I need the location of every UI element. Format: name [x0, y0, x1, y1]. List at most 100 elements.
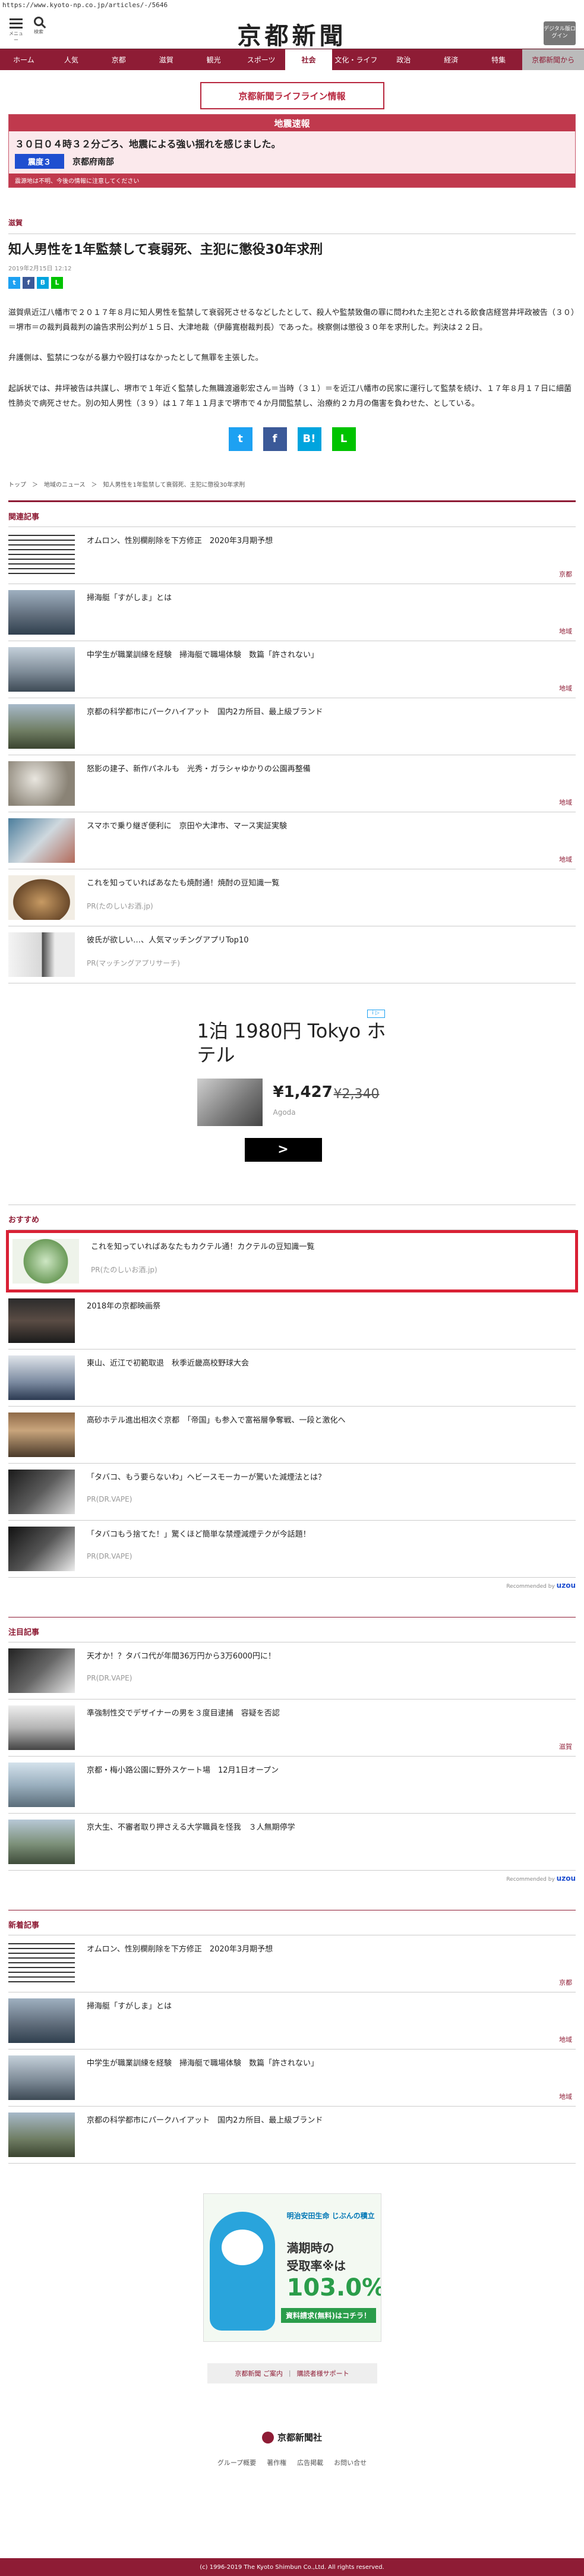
ad-photo	[197, 1078, 263, 1126]
earthquake-alert-body: ３０日０４時３２分ごろ、地震による強い揺れを感じました。 震度３ 京都府南部	[9, 131, 575, 174]
line-share-icon[interactable]: L	[332, 427, 356, 451]
recommend-item-title: 2018年の京都映画祭	[87, 1301, 161, 1311]
lifeline-info-button[interactable]: 京都新聞ライフライン情報	[200, 82, 384, 109]
breadcrumb: トップ ＞ 地域のニュース ＞ 知人男性を1年監禁して衰弱死、主犯に懲役30年求刑	[8, 480, 576, 488]
hatena-share-icon[interactable]: B	[37, 276, 49, 289]
related-item-tag: 地域	[559, 798, 572, 806]
recommend-item[interactable]: 2018年の京都映画祭	[8, 1292, 576, 1350]
recommend-item-source: PR(DR.VAPE)	[87, 1495, 132, 1504]
facebook-share-icon[interactable]: f	[23, 276, 34, 289]
footer-ads-link[interactable]: 広告掲載	[297, 2458, 323, 2467]
latest-item[interactable]: 掃海艇「すがしま」とは 地域	[8, 1992, 576, 2050]
footer-sub-links: グループ概要 著作権 広告掲載 お問い合せ	[0, 2458, 584, 2467]
recommend-item[interactable]: 東山、近江で初範取退 秋季近畿高校野球大会	[8, 1350, 576, 1407]
related-item-tag: 地域	[559, 684, 572, 692]
article-category[interactable]: 滋賀	[8, 217, 576, 234]
related-item[interactable]: 怒影の建子、新作パネルも 光秀・ガラシャゆかりの公園再整備 地域	[8, 755, 576, 812]
latest-item-tag: 地域	[559, 2035, 572, 2044]
nav-item-features[interactable]: 特集	[475, 49, 522, 70]
earthquake-alert[interactable]: 地震速報 ３０日０４時３２分ごろ、地震による強い揺れを感じました。 震度３ 京都…	[8, 114, 576, 188]
recommend-item-title: 東山、近江で初範取退 秋季近畿高校野球大会	[87, 1358, 250, 1368]
related-item[interactable]: スマホで乗り継ぎ便利に 京田や大津市、マース実証実験 地域	[8, 812, 576, 869]
attention-item-tag: 滋賀	[559, 1742, 572, 1751]
twitter-share-icon[interactable]: t	[8, 276, 20, 289]
attention-item[interactable]: 天才か！？タバコ代が年間36万円から3万6000円に！ PR(DR.VAPE)	[8, 1642, 576, 1700]
digital-login-button[interactable]: デジタル版ログイン	[544, 21, 576, 45]
ad-arrow-button[interactable]: >	[244, 1137, 322, 1162]
related-thumbnail	[8, 761, 75, 806]
banner-cta[interactable]: 資料請求(無料)はコチラ！	[280, 2307, 376, 2323]
twitter-share-icon[interactable]: t	[228, 427, 252, 451]
nav-item-shiga[interactable]: 滋賀	[143, 49, 190, 70]
site-logo[interactable]: 京都新聞	[0, 17, 584, 51]
nav-item-economy[interactable]: 経済	[427, 49, 475, 70]
latest-item[interactable]: 京都の科学都市にパークハイアット 国内2カ所目、最上級ブランド	[8, 2107, 576, 2164]
earthquake-alert-title: ３０日０４時３２分ごろ、地震による強い揺れを感じました。	[15, 138, 281, 150]
related-pr-item[interactable]: 彼氏が欲しい…、人気マッチングアプリTop10 PR(マッチングアプリサーチ)	[8, 926, 576, 983]
address-bar[interactable]: https://www.kyoto-np.co.jp/articles/-/56…	[0, 0, 584, 11]
nav-item-culture[interactable]: 文化・ライフ	[332, 49, 380, 70]
attention-thumbnail	[8, 1705, 75, 1750]
attention-thumbnail	[8, 1762, 75, 1807]
attention-item-source: PR(DR.VAPE)	[87, 1674, 132, 1683]
facebook-share-icon[interactable]: f	[263, 427, 287, 451]
article-paragraph: 弁護側は、監禁につながる暴力や殴打はなかったとして無罪を主張した。	[8, 354, 263, 363]
hotel-ad[interactable]: i ▷ 1泊 1980円 Tokyo ホテル ¥1,427 ¥2,340 Ago…	[185, 1007, 399, 1197]
recommend-item[interactable]: 高砂ホテル進出相次ぐ京都 「帝国」も参入で富裕層争奪戦、一段と激化へ	[8, 1407, 576, 1464]
nav-item-politics[interactable]: 政治	[380, 49, 427, 70]
footer-copyright-link[interactable]: 著作権	[267, 2458, 286, 2467]
recommend-thumbnail	[8, 1469, 75, 1514]
uzou-logo[interactable]: uzou	[557, 1874, 576, 1883]
recommend-item-title: 高砂ホテル進出相次ぐ京都 「帝国」も参入で富裕層争奪戦、一段と激化へ	[87, 1415, 346, 1425]
ad-old-price: ¥2,340	[333, 1086, 380, 1102]
footer-support-link[interactable]: 購読者様サポート	[297, 2369, 349, 2378]
related-pr-item[interactable]: これを知っていればあなたも焼酎通！焼酎の豆知識一覧 PR(たのしいお酒.jp)	[8, 869, 576, 926]
recommended-by-label: Recommended by	[506, 1876, 555, 1883]
latest-thumbnail	[8, 1998, 75, 2043]
ad-info-icon[interactable]: i ▷	[367, 1009, 385, 1018]
related-heading: 関連記事	[8, 502, 576, 527]
insurance-banner-ad[interactable]: 明治安田生命 じぶんの積立 満期時の 受取率※は 103.0% 資料請求(無料)…	[203, 2193, 381, 2342]
earthquake-alert-row: 震度３ 京都府南部	[15, 154, 569, 169]
footer-links: 京都新聞 ご案内 | 購読者様サポート	[207, 2363, 377, 2383]
latest-item-tag: 京都	[559, 1978, 572, 1987]
recommend-thumbnail	[8, 1355, 75, 1400]
related-item[interactable]: オムロン、性別欄削除を下方修正 2020年3月期予想 京都	[8, 527, 576, 584]
recommend-heading: おすすめ	[8, 1204, 576, 1230]
footer-contact-link[interactable]: お問い合せ	[334, 2458, 367, 2467]
nav-item-from-kyoto-shimbun[interactable]: 京都新聞から	[522, 49, 584, 70]
attention-item[interactable]: 京都・梅小路公園に野外スケート場 12月1日オープン	[8, 1757, 576, 1814]
nav-item-tourism[interactable]: 観光	[190, 49, 238, 70]
breadcrumb-local[interactable]: 地域のニュース	[44, 482, 86, 488]
recommend-item[interactable]: 「タバコ、もう要らないわ」ヘビースモーカーが驚いた減煙法とは？ PR(DR.VA…	[8, 1464, 576, 1521]
latest-item[interactable]: 中学生が職業訓練を経験 掃海艇で職場体験 数篇「許されない」 地域	[8, 2050, 576, 2107]
nav-item-kyoto[interactable]: 京都	[95, 49, 143, 70]
footer-group-link[interactable]: グループ概要	[217, 2458, 256, 2467]
hatena-share-icon[interactable]: B!	[297, 427, 321, 451]
recommend-item[interactable]: 「タバコもう捨てた！」驚くほど簡単な禁煙減煙テクが今話題！ PR(DR.VAPE…	[8, 1521, 576, 1578]
line-share-icon[interactable]: L	[51, 276, 63, 289]
nav-item-sports[interactable]: スポーツ	[238, 49, 285, 70]
related-item[interactable]: 京都の科学都市にパークハイアット 国内2カ所目、最上級ブランド	[8, 698, 576, 755]
breadcrumb-home[interactable]: トップ	[8, 482, 26, 488]
attention-item[interactable]: 京大生、不審者取り押さえる大学職員を怪我 ３人無期停学	[8, 1814, 576, 1871]
related-item[interactable]: 中学生が職業訓練を経験 掃海艇で職場体験 数篇「許されない」 地域	[8, 641, 576, 698]
nav-item-popular[interactable]: 人気	[48, 49, 95, 70]
attention-item[interactable]: 準強制性交でデザイナーの男を３度目逮捕 容疑を否認 滋賀	[8, 1700, 576, 1757]
recommend-item-title: 「タバコもう捨てた！」驚くほど簡単な禁煙減煙テクが今話題！	[87, 1530, 311, 1539]
related-articles: 関連記事 オムロン、性別欄削除を下方修正 2020年3月期予想 京都 掃海艇「す…	[8, 500, 576, 983]
footer-guide-link[interactable]: 京都新聞 ご案内	[235, 2369, 283, 2378]
recommend-item[interactable]: これを知っていればあなたもカクテル通！カクテルの豆知識一覧 PR(たのしいお酒.…	[6, 1229, 578, 1292]
share-buttons-top: t f B L	[8, 276, 576, 289]
latest-item[interactable]: オムロン、性別欄削除を下方修正 2020年3月期予想 京都	[8, 1935, 576, 1992]
related-thumbnail	[8, 875, 75, 920]
nav-item-home[interactable]: ホーム	[0, 49, 48, 70]
attention-section: 注目記事 天才か！？タバコ代が年間36万円から3万6000円に！ PR(DR.V…	[8, 1616, 576, 1883]
article-title: 知人男性を1年監禁して衰弱死、主犯に懲役30年求刑	[8, 242, 323, 257]
nav-item-society[interactable]: 社会	[285, 49, 333, 70]
footer-logo[interactable]: 京都新聞社	[0, 2431, 584, 2444]
related-thumbnail	[8, 818, 75, 863]
uzou-logo[interactable]: uzou	[557, 1581, 576, 1590]
related-item[interactable]: 掃海艇「すがしま」とは 地域	[8, 584, 576, 641]
banner-text: 満期時の	[286, 2240, 334, 2255]
